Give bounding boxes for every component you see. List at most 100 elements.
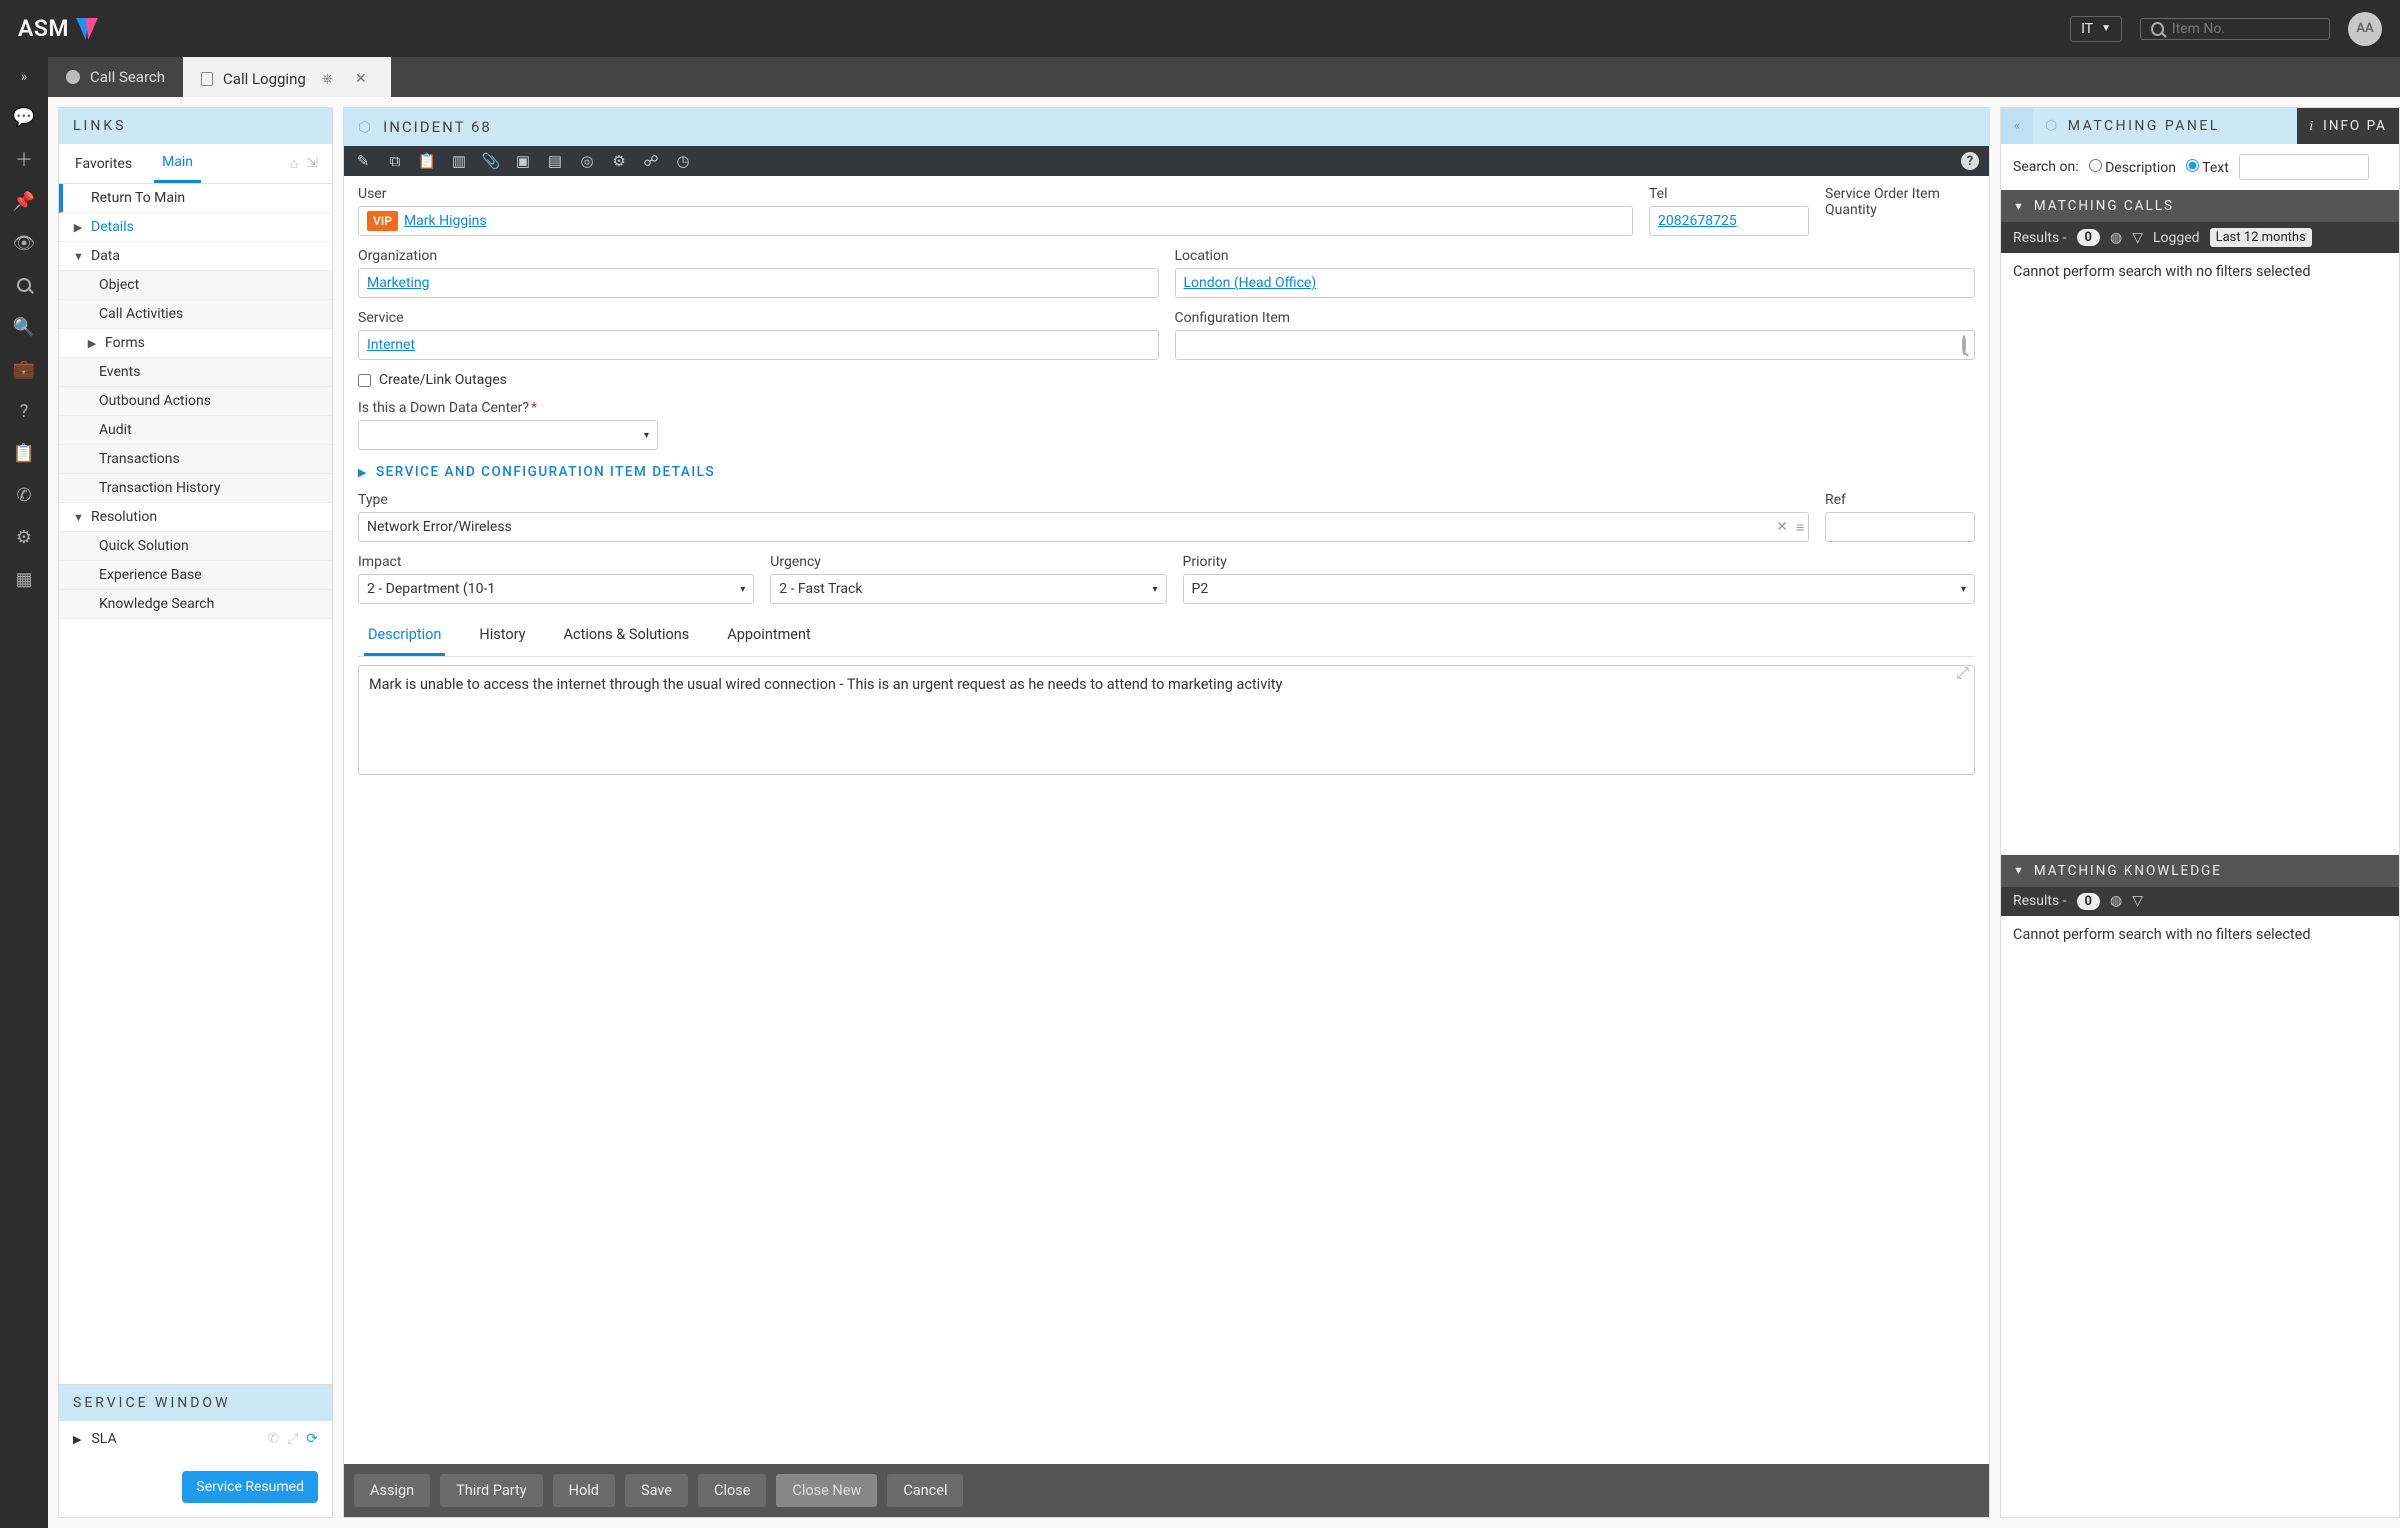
target-icon[interactable]: ◎ bbox=[578, 152, 596, 170]
service-input[interactable]: Internet bbox=[358, 330, 1159, 360]
search-icon[interactable] bbox=[14, 275, 34, 295]
help-icon[interactable]: ? bbox=[1961, 152, 1979, 170]
hold-button[interactable]: Hold bbox=[553, 1474, 615, 1507]
grid-icon[interactable]: ▦ bbox=[14, 569, 34, 589]
links-tab-favorites[interactable]: Favorites bbox=[67, 146, 140, 182]
refresh-icon[interactable]: ⟳ bbox=[306, 1431, 318, 1447]
tree-resolution[interactable]: ▼Resolution bbox=[59, 503, 332, 532]
search-on-text-input[interactable] bbox=[2239, 154, 2369, 180]
search-on-text[interactable]: Text bbox=[2186, 159, 2229, 176]
expand-nav-button[interactable]: » bbox=[0, 57, 48, 97]
phone-icon[interactable]: ✆ bbox=[267, 1431, 279, 1447]
clipboard-icon[interactable]: 📋 bbox=[418, 152, 436, 170]
filter-icon[interactable]: ▽ bbox=[2132, 893, 2143, 909]
tree-quick-solution[interactable]: Quick Solution bbox=[59, 532, 332, 561]
info-pane-tab[interactable]: i INFO PA bbox=[2297, 108, 2399, 144]
tree-events[interactable]: Events bbox=[59, 358, 332, 387]
tree-outbound-actions[interactable]: Outbound Actions bbox=[59, 387, 332, 416]
tree-data[interactable]: ▼Data bbox=[59, 242, 332, 271]
config-item-input[interactable] bbox=[1175, 330, 1976, 360]
search-on-description[interactable]: Description bbox=[2089, 159, 2176, 176]
collapse-icon[interactable]: ⇲ bbox=[306, 155, 318, 172]
tree-return-to-main[interactable]: Return To Main bbox=[59, 184, 332, 213]
clear-icon[interactable]: ✕ bbox=[1776, 519, 1788, 535]
clock-icon[interactable]: ◷ bbox=[674, 152, 692, 170]
impact-select[interactable]: 2 - Department (10-1▾ bbox=[358, 574, 754, 604]
expand-icon[interactable]: ⤢ bbox=[287, 1431, 298, 1447]
help-icon[interactable]: ? bbox=[14, 401, 34, 421]
priority-select[interactable]: P2▾ bbox=[1183, 574, 1976, 604]
collapse-right-button[interactable]: « bbox=[2001, 108, 2033, 144]
user-input[interactable]: VIP Mark Higgins bbox=[358, 206, 1633, 236]
third-party-button[interactable]: Third Party bbox=[440, 1474, 543, 1507]
save-icon[interactable]: ▤ bbox=[546, 152, 564, 170]
sla-row[interactable]: ▶ SLA ✆ ⤢ ⟳ bbox=[59, 1421, 332, 1457]
matching-calls-header[interactable]: ▼ MATCHING CALLS bbox=[2001, 190, 2399, 222]
close-button[interactable]: Close bbox=[698, 1474, 766, 1507]
plus-icon[interactable]: ＋ bbox=[14, 149, 34, 169]
pin-icon[interactable]: ⎈ bbox=[316, 71, 339, 87]
wand-icon[interactable]: ✎ bbox=[354, 152, 372, 170]
search-icon[interactable] bbox=[1962, 337, 1966, 353]
db-icon[interactable]: ◍ bbox=[2110, 893, 2122, 909]
tree-forms[interactable]: ▶Forms bbox=[59, 329, 332, 358]
gear-icon[interactable]: ⚙ bbox=[610, 152, 628, 170]
chat-icon[interactable]: 💬 bbox=[14, 107, 34, 127]
organization-link[interactable]: Marketing bbox=[367, 275, 430, 291]
tree-object[interactable]: Object bbox=[59, 271, 332, 300]
doc-icon[interactable]: ▣ bbox=[514, 152, 532, 170]
tree-details[interactable]: ▶Details bbox=[59, 213, 332, 242]
tree-knowledge-search[interactable]: Knowledge Search bbox=[59, 590, 332, 619]
eye-icon[interactable]: 👁 bbox=[14, 233, 34, 253]
avatar[interactable]: AA bbox=[2348, 12, 2382, 46]
service-link[interactable]: Internet bbox=[367, 337, 415, 353]
chart-icon[interactable]: ▥ bbox=[450, 152, 468, 170]
location-input[interactable]: London (Head Office) bbox=[1175, 268, 1976, 298]
create-outages-checkbox[interactable] bbox=[358, 374, 371, 387]
item-search-input[interactable] bbox=[2172, 21, 2319, 37]
save-button[interactable]: Save bbox=[625, 1474, 688, 1507]
tab-call-search[interactable]: Call Search bbox=[48, 57, 183, 97]
tel-input[interactable]: 2082678725 bbox=[1649, 206, 1809, 236]
user-link[interactable]: Mark Higgins bbox=[404, 213, 487, 229]
assign-button[interactable]: Assign bbox=[354, 1474, 430, 1507]
urgency-select[interactable]: 2 - Fast Track▾ bbox=[770, 574, 1166, 604]
tel-link[interactable]: 2082678725 bbox=[1658, 213, 1737, 229]
home-icon[interactable]: ⌂ bbox=[290, 155, 298, 172]
organization-input[interactable]: Marketing bbox=[358, 268, 1159, 298]
description-textarea[interactable] bbox=[358, 665, 1975, 775]
logged-range[interactable]: Last 12 months bbox=[2210, 228, 2312, 247]
service-resumed-button[interactable]: Service Resumed bbox=[182, 1471, 318, 1503]
sci-section-toggle[interactable]: ▶ SERVICE AND CONFIGURATION ITEM DETAILS bbox=[358, 464, 1975, 480]
down-dc-select[interactable]: ▾ bbox=[358, 420, 658, 450]
tree-call-activities[interactable]: Call Activities bbox=[59, 300, 332, 329]
location-link[interactable]: London (Head Office) bbox=[1184, 275, 1317, 291]
subtab-appointment[interactable]: Appointment bbox=[723, 616, 814, 656]
expand-icon[interactable]: ⤢ bbox=[1956, 663, 1969, 683]
tree-transactions[interactable]: Transactions bbox=[59, 445, 332, 474]
clipboard-icon[interactable]: 📋 bbox=[14, 443, 34, 463]
tree-transaction-history[interactable]: Transaction History bbox=[59, 474, 332, 503]
gear-icon[interactable]: ⚙ bbox=[14, 527, 34, 547]
ref-input[interactable] bbox=[1825, 512, 1975, 542]
cancel-button[interactable]: Cancel bbox=[887, 1474, 963, 1507]
close-new-button[interactable]: Close New bbox=[776, 1474, 877, 1507]
close-icon[interactable]: ✕ bbox=[349, 71, 373, 87]
tree-experience-base[interactable]: Experience Base bbox=[59, 561, 332, 590]
phone-icon[interactable]: ✆ bbox=[14, 485, 34, 505]
globe-icon[interactable]: ◍ bbox=[2110, 230, 2122, 246]
list-icon[interactable]: ≡ bbox=[1796, 519, 1802, 536]
copy-icon[interactable]: ⧉ bbox=[386, 152, 404, 170]
search-boxed-icon[interactable]: 🔍 bbox=[14, 317, 34, 337]
department-selector[interactable]: IT ▼ bbox=[2070, 16, 2122, 42]
pin-icon[interactable]: 📌 bbox=[14, 191, 34, 211]
tab-call-logging[interactable]: Call Logging ⎈ ✕ bbox=[183, 57, 391, 97]
subtab-actions[interactable]: Actions & Solutions bbox=[560, 616, 694, 656]
link-icon[interactable]: ☍ bbox=[642, 152, 660, 170]
briefcase-icon[interactable]: 💼 bbox=[14, 359, 34, 379]
attach-icon[interactable]: 📎 bbox=[482, 152, 500, 170]
filter-icon[interactable]: ▽ bbox=[2132, 230, 2143, 246]
subtab-history[interactable]: History bbox=[475, 616, 529, 656]
type-input[interactable]: Network Error/Wireless ✕ ≡ bbox=[358, 512, 1809, 542]
item-search[interactable] bbox=[2140, 18, 2330, 40]
